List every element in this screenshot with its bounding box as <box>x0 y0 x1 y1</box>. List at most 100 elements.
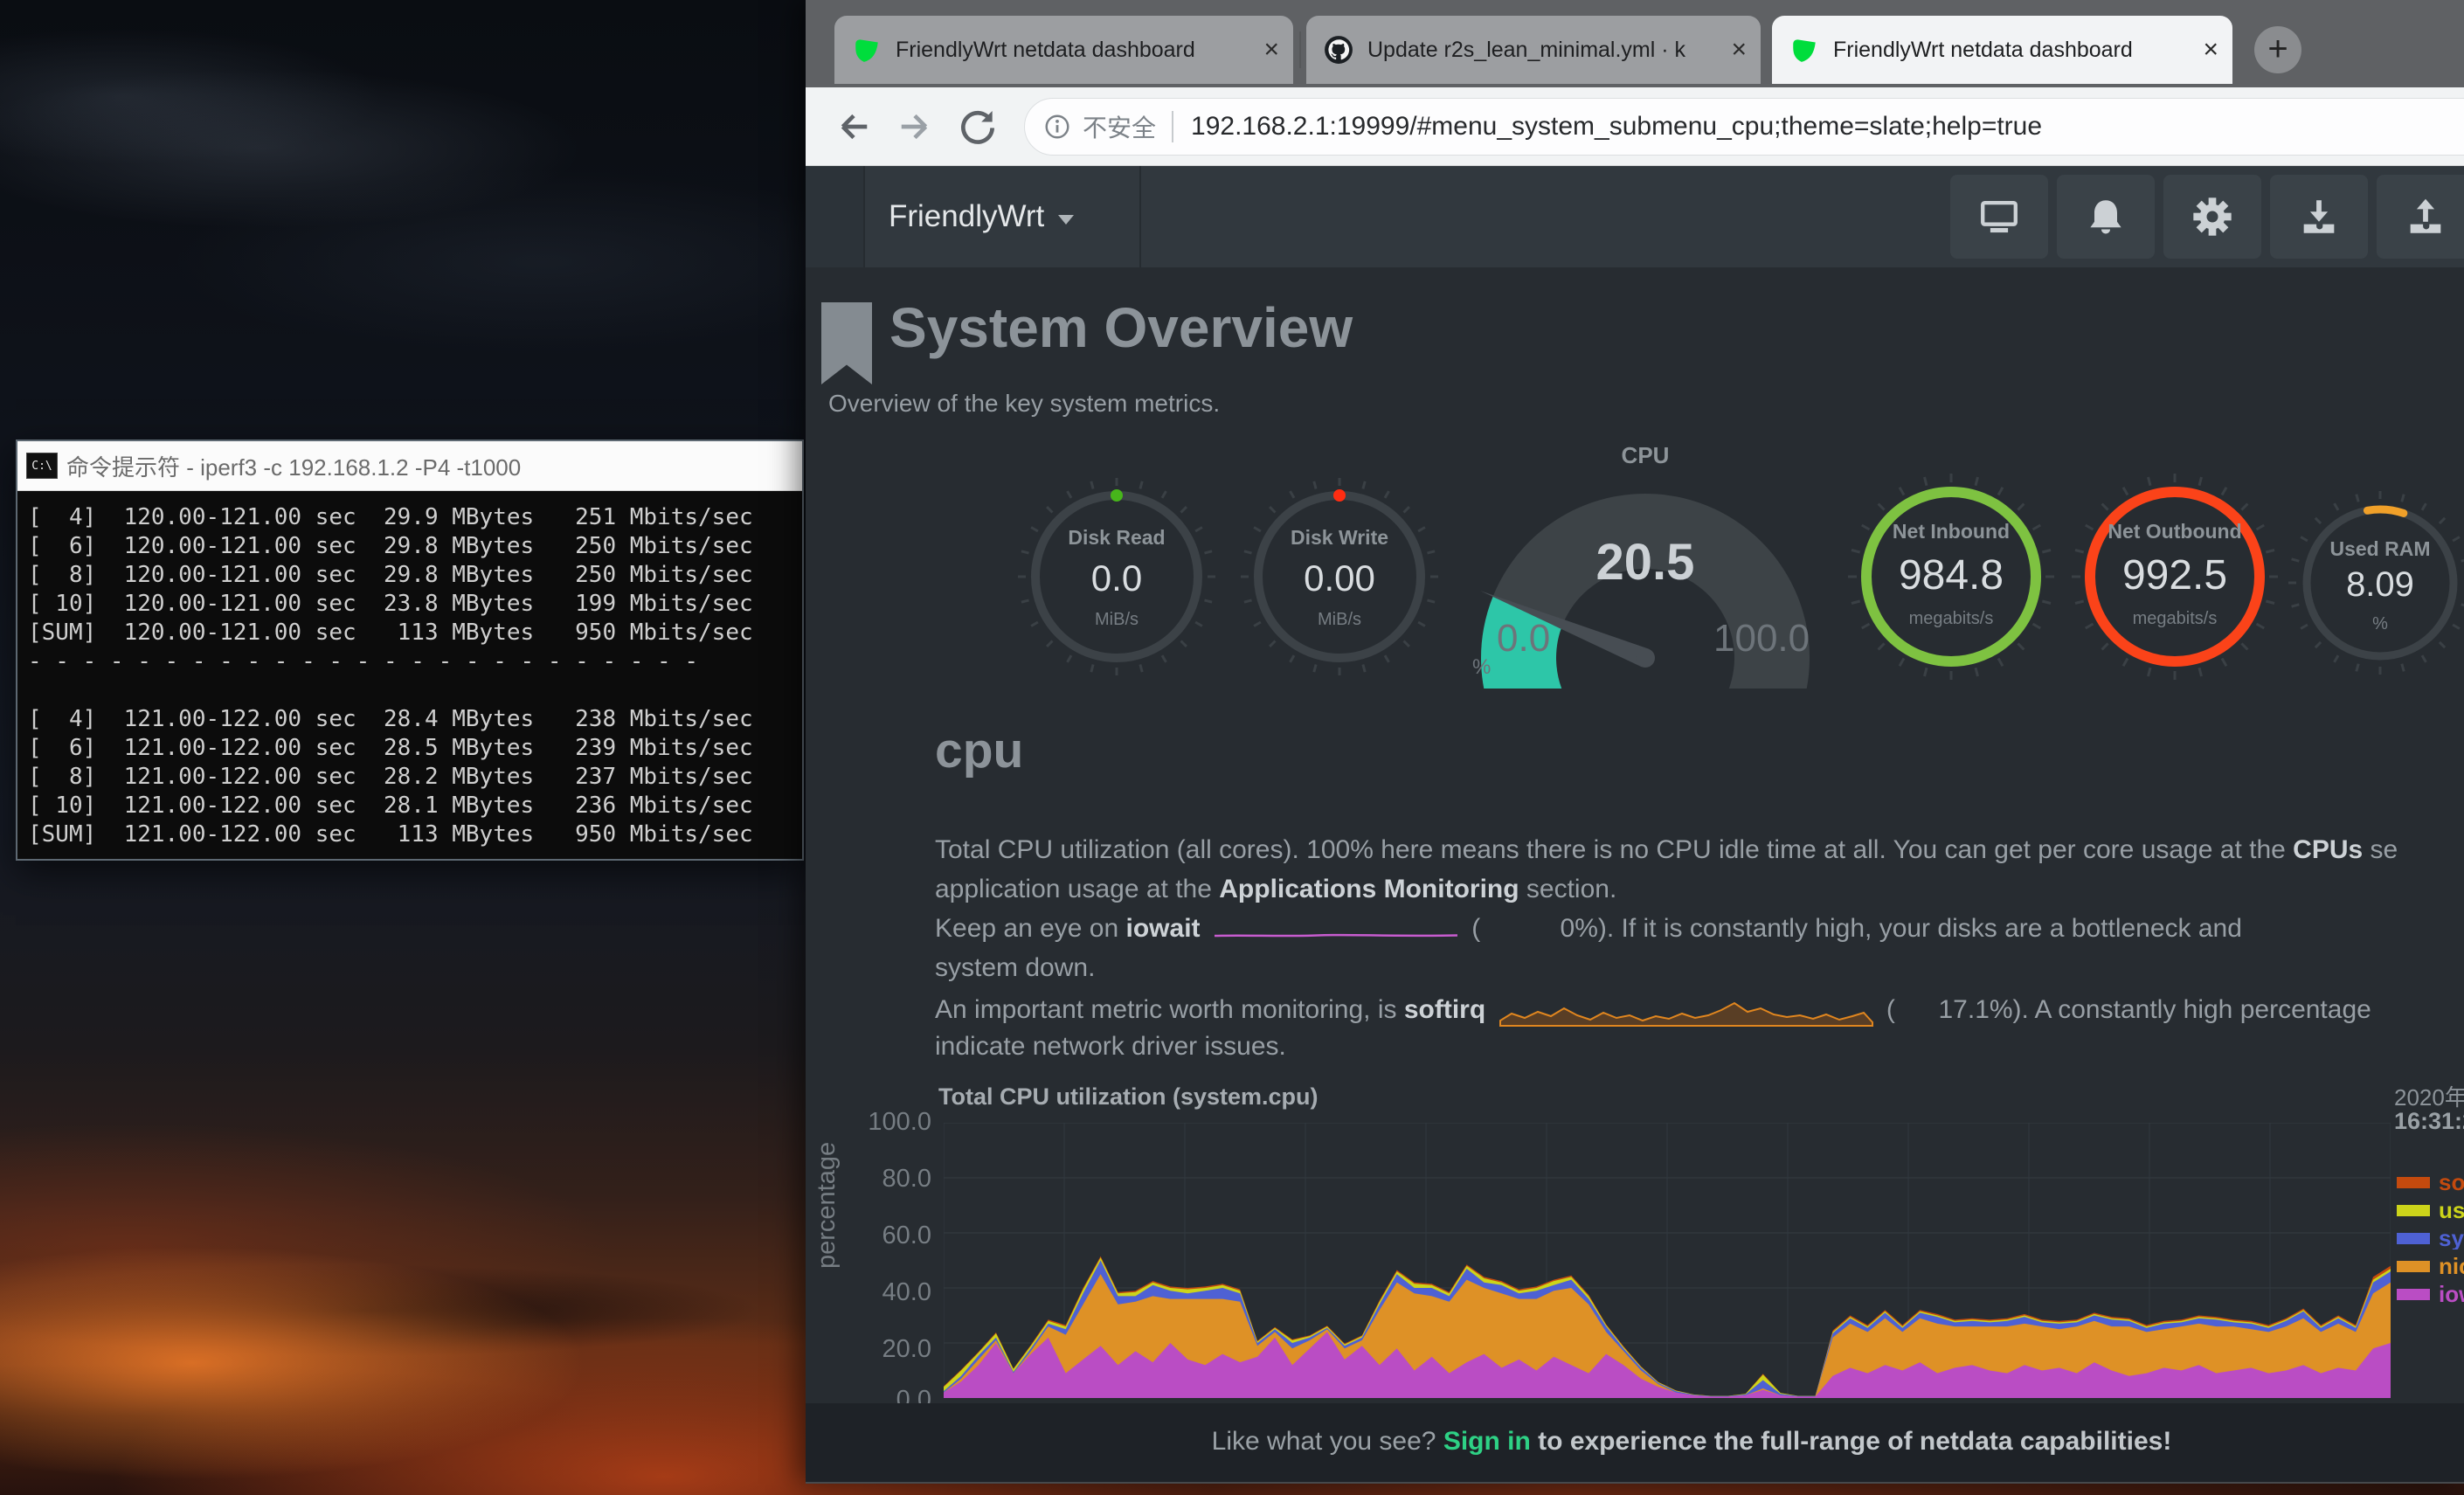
sign-in-link[interactable]: Sign in <box>1443 1427 1531 1456</box>
iowait-label: iowait <box>1126 914 1201 943</box>
iowait-value: 0 <box>1480 914 1575 944</box>
gauge-value: 8.09 <box>2284 565 2464 605</box>
tab-close-icon[interactable]: × <box>1731 37 1747 63</box>
navbar-divider <box>863 166 865 267</box>
gauge-disk-write[interactable]: Disk Write 0.00 MiB/s <box>1235 472 1444 682</box>
gauge-used-ram[interactable]: Used RAM 8.09 % <box>2284 487 2464 679</box>
cpu-utilization-chart[interactable] <box>944 1123 2391 1398</box>
forward-icon[interactable] <box>893 105 937 149</box>
reload-icon[interactable] <box>956 105 1000 149</box>
tab-close-icon[interactable]: × <box>1263 37 1279 63</box>
terminal-window[interactable]: C:\ 命令提示符 - iperf3 -c 192.168.1.2 -P4 -t… <box>16 440 804 861</box>
y-tick: 60.0 <box>844 1222 931 1250</box>
gauge-value: 984.8 <box>1842 551 2060 599</box>
gauge-title: Disk Read <box>1012 526 1222 550</box>
host-dropdown[interactable]: FriendlyWrt <box>889 166 1074 267</box>
y-axis-label: percentage <box>813 1142 841 1269</box>
status-dot <box>1111 489 1123 502</box>
gauge-unit: megabits/s <box>1842 609 2060 629</box>
applications-monitoring-link[interactable]: Applications Monitoring <box>1219 875 1519 903</box>
y-tick: 20.0 <box>844 1335 931 1364</box>
address-bar[interactable]: 不安全 192.168.2.1:19999/#menu_system_subme… <box>1024 98 2464 156</box>
navbar-button-clipped[interactable] <box>2457 175 2464 259</box>
new-tab-button[interactable]: + <box>2254 26 2301 73</box>
gear-icon <box>2190 194 2235 239</box>
legend-item-system[interactable]: system <box>2397 1227 2464 1249</box>
tab-close-icon[interactable]: × <box>2203 37 2218 63</box>
legend-label: user <box>2439 1199 2464 1222</box>
info-icon[interactable] <box>1042 112 1072 142</box>
legend-label: system <box>2439 1227 2464 1249</box>
tab-label: FriendlyWrt netdata dashboard <box>1833 38 2191 63</box>
export-snapshot-button[interactable] <box>2377 175 2464 259</box>
terminal-title: 命令提示符 - iperf3 -c 192.168.1.2 -P4 -t1000 <box>66 450 521 482</box>
tab-friendlywrt-2-active[interactable]: FriendlyWrt netdata dashboard × <box>1772 16 2232 84</box>
terminal-output: [ 4] 120.00-121.00 sec 29.9 MBytes 251 M… <box>28 503 802 849</box>
status-dot <box>1333 489 1346 502</box>
gauge-title: Net Outbound <box>2066 520 2284 543</box>
text: %). If it is constantly high, your disks… <box>1575 914 2242 943</box>
legend-item-softirq[interactable]: softirq <box>2397 1171 2464 1194</box>
tab-label: Update r2s_lean_minimal.yml · k <box>1367 38 1719 63</box>
host-name: FriendlyWrt <box>889 199 1044 234</box>
cpu-gauge-value: 20.5 <box>1462 533 1829 592</box>
print-monitor-button[interactable] <box>1950 175 2048 259</box>
netdata-shield-icon <box>1789 35 1819 65</box>
alarms-button[interactable] <box>2057 175 2155 259</box>
legend-item-user[interactable]: user <box>2397 1199 2464 1222</box>
legend-label: iowait <box>2439 1283 2464 1305</box>
legend-label: nice <box>2439 1255 2464 1277</box>
tab-strip: FriendlyWrt netdata dashboard × Update r… <box>806 0 2464 87</box>
gauge-value: 0.0 <box>1012 557 1222 599</box>
gauge-net-outbound[interactable]: Net Outbound 992.5 megabits/s <box>2066 467 2284 686</box>
chevron-down-icon <box>1058 215 1074 225</box>
legend-item-iowait[interactable]: iowait <box>2397 1283 2464 1305</box>
legend-item-nice[interactable]: nice <box>2397 1255 2464 1277</box>
text: ( <box>1886 995 1895 1024</box>
legend-swatch <box>2397 1205 2430 1216</box>
y-tick: 40.0 <box>844 1278 931 1307</box>
terminal-screen[interactable]: [ 4] 120.00-121.00 sec 29.9 MBytes 251 M… <box>17 491 802 859</box>
legend-swatch <box>2397 1233 2430 1244</box>
text: Total CPU utilization (all cores). 100% … <box>935 835 2293 864</box>
tab-friendlywrt-1[interactable]: FriendlyWrt netdata dashboard × <box>834 16 1293 84</box>
text: ( <box>1471 914 1480 943</box>
text: application usage at the <box>935 875 1219 903</box>
gauge-cpu[interactable]: CPU 20.5 0.0 100.0 % <box>1462 426 1829 689</box>
gauge-title: Net Inbound <box>1842 520 2060 543</box>
back-icon[interactable] <box>832 105 876 149</box>
browser-window: FriendlyWrt netdata dashboard × Update r… <box>806 0 2464 1484</box>
chart-title: Total CPU utilization (system.cpu) <box>938 1083 1319 1111</box>
iowait-sparkline[interactable] <box>1213 915 1459 941</box>
gauge-title: Used RAM <box>2284 537 2464 561</box>
tab-separator <box>1299 31 1301 68</box>
settings-button[interactable] <box>2163 175 2261 259</box>
import-snapshot-button[interactable] <box>2270 175 2368 259</box>
gauge-disk-read[interactable]: Disk Read 0.0 MiB/s <box>1012 472 1222 682</box>
security-label[interactable]: 不安全 <box>1083 109 1156 144</box>
softirq-value: 17.1 <box>1895 995 1990 1025</box>
omnibox-divider <box>1172 111 1173 142</box>
download-icon <box>2296 194 2342 239</box>
softirq-label: softirq <box>1404 995 1485 1024</box>
legend-swatch <box>2397 1177 2430 1188</box>
gauge-net-inbound[interactable]: Net Inbound 984.8 megabits/s <box>1842 467 2060 686</box>
softirq-sparkline[interactable] <box>1498 993 1874 1028</box>
cpus-link[interactable]: CPUs <box>2293 835 2363 864</box>
gauge-unit: MiB/s <box>1012 610 1222 630</box>
section-bookmark-icon <box>821 302 872 384</box>
navbar-divider <box>1139 166 1141 267</box>
banner-text: to experience the full-range of netdata … <box>1531 1427 2172 1456</box>
navbar-edge <box>806 166 863 267</box>
cpu-gauge-title: CPU <box>1462 442 1829 469</box>
gauge-value: 992.5 <box>2066 551 2284 599</box>
terminal-titlebar[interactable]: C:\ 命令提示符 - iperf3 -c 192.168.1.2 -P4 -t… <box>17 441 802 491</box>
url-text[interactable]: 192.168.2.1:19999/#menu_system_submenu_c… <box>1191 112 2042 142</box>
tab-github[interactable]: Update r2s_lean_minimal.yml · k × <box>1306 16 1761 84</box>
gauge-value: 0.00 <box>1235 557 1444 599</box>
legend-swatch <box>2397 1289 2430 1300</box>
cpu-gauge-max: 100.0 <box>1713 617 1810 661</box>
tab-label: FriendlyWrt netdata dashboard <box>896 38 1251 63</box>
gauge-unit: MiB/s <box>1235 610 1444 630</box>
bell-icon <box>2083 194 2128 239</box>
